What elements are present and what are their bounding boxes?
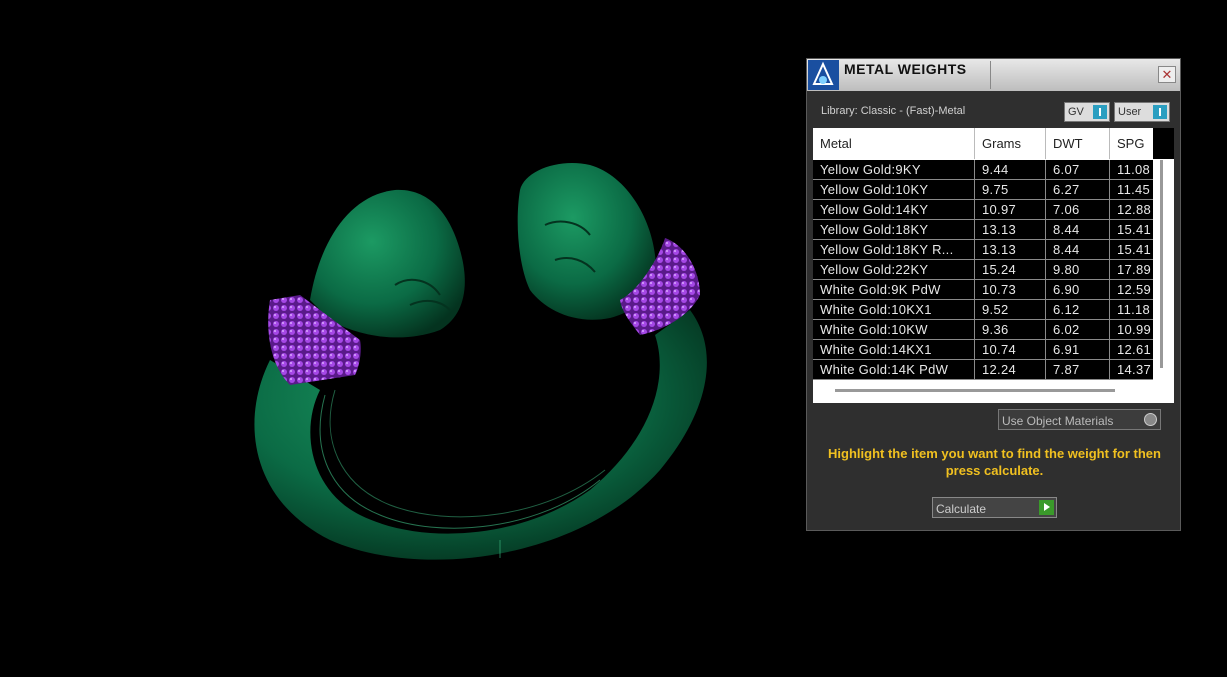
horizontal-scrollbar[interactable] <box>835 389 1115 392</box>
table-row[interactable]: Yellow Gold:9KY 9.44 6.07 11.08 <box>813 160 1153 180</box>
cell-spg: 11.45 <box>1117 182 1151 197</box>
column-header-dwt[interactable]: DWT <box>1046 128 1110 159</box>
ring-model <box>254 162 707 560</box>
gv-toggle-label: GV <box>1068 106 1084 118</box>
title-divider <box>990 61 991 89</box>
left-fist <box>310 189 465 338</box>
cell-spg: 11.08 <box>1117 162 1151 177</box>
cell-metal: Yellow Gold:18KY R... <box>813 240 975 259</box>
cell-spg: 14.37 <box>1117 362 1152 377</box>
table-row[interactable]: Yellow Gold:10KY 9.75 6.27 11.45 <box>813 180 1153 200</box>
calculate-label: Calculate <box>936 502 987 516</box>
cell-spg: 12.61 <box>1117 342 1152 357</box>
cell-grams: 10.73 <box>975 280 1046 299</box>
table-body: Yellow Gold:9KY 9.44 6.07 11.08 Yellow Gold:… <box>813 160 1153 380</box>
table-header: Metal Grams DWT SPG <box>813 128 1153 159</box>
metal-table[interactable]: Metal Grams DWT SPG Yellow Gold:9KY 9.44 6… <box>813 128 1174 403</box>
use-object-materials-dropdown[interactable]: Use Object Materials <box>998 409 1161 430</box>
cell-metal: Yellow Gold:14KY <box>813 200 975 219</box>
column-header-metal[interactable]: Metal <box>813 128 975 159</box>
cell-metal: Yellow Gold:22KY <box>813 260 975 279</box>
vertical-scrollbar[interactable] <box>1160 160 1163 368</box>
cell-dwt: 7.87 <box>1046 360 1110 379</box>
cell-grams: 9.75 <box>975 180 1046 199</box>
panel-title: METAL WEIGHTS <box>844 61 967 77</box>
cell-spg: 12.59 <box>1117 282 1152 297</box>
cell-spg: 15.41 <box>1117 222 1152 237</box>
cell-metal: White Gold:10KX1 <box>813 300 975 319</box>
cell-spg: 10.99 <box>1117 322 1152 337</box>
cell-grams: 9.44 <box>975 160 1046 179</box>
close-icon[interactable]: ✕ <box>1158 66 1176 83</box>
cell-metal: Yellow Gold:18KY <box>813 220 975 239</box>
cell-metal: White Gold:9K PdW <box>813 280 975 299</box>
cell-spg: 12.88 <box>1117 202 1152 217</box>
cell-dwt: 6.02 <box>1046 320 1110 339</box>
table-row[interactable]: White Gold:9K PdW 10.73 6.90 12.59 <box>813 280 1153 300</box>
cell-dwt: 6.27 <box>1046 180 1110 199</box>
cell-grams: 13.13 <box>975 240 1046 259</box>
use-object-materials-label: Use Object Materials <box>1002 414 1114 428</box>
table-row[interactable]: White Gold:14KX1 10.74 6.91 12.61 <box>813 340 1153 360</box>
cell-grams: 9.36 <box>975 320 1046 339</box>
gv-toggle[interactable]: GV <box>1064 102 1110 122</box>
dropdown-circle-icon <box>1144 413 1157 426</box>
column-header-spg[interactable]: SPG <box>1110 128 1153 159</box>
play-arrow-icon <box>1039 500 1054 515</box>
cell-metal: Yellow Gold:10KY <box>813 180 975 199</box>
3d-viewport[interactable] <box>0 0 800 672</box>
cell-grams: 9.52 <box>975 300 1046 319</box>
header-corner <box>1153 128 1174 159</box>
cell-metal: White Gold:10KW <box>813 320 975 339</box>
cell-dwt: 8.44 <box>1046 220 1110 239</box>
metal-weights-panel: METAL WEIGHTS ✕ Library: Classic - (Fast… <box>806 58 1181 531</box>
instruction-text: Highlight the item you want to find the … <box>828 446 1161 478</box>
cell-metal: White Gold:14K PdW <box>813 360 975 379</box>
table-row[interactable]: Yellow Gold:18KY 13.13 8.44 15.41 <box>813 220 1153 240</box>
cell-grams: 10.97 <box>975 200 1046 219</box>
table-row[interactable]: Yellow Gold:14KY 10.97 7.06 12.88 <box>813 200 1153 220</box>
column-header-grams[interactable]: Grams <box>975 128 1046 159</box>
cell-dwt: 6.90 <box>1046 280 1110 299</box>
panel-titlebar[interactable]: METAL WEIGHTS ✕ <box>807 59 1180 91</box>
table-row[interactable]: White Gold:10KX1 9.52 6.12 11.18 <box>813 300 1153 320</box>
cell-metal: White Gold:14KX1 <box>813 340 975 359</box>
table-row[interactable]: White Gold:10KW 9.36 6.02 10.99 <box>813 320 1153 340</box>
table-row[interactable]: Yellow Gold:18KY R... 13.13 8.44 15.41 <box>813 240 1153 260</box>
cell-dwt: 9.80 <box>1046 260 1110 279</box>
cell-dwt: 6.12 <box>1046 300 1110 319</box>
cell-dwt: 8.44 <box>1046 240 1110 259</box>
cell-spg: 15.41 <box>1117 242 1152 257</box>
cell-grams: 15.24 <box>975 260 1046 279</box>
cell-spg: 11.18 <box>1117 302 1151 317</box>
app-logo-icon <box>808 60 839 90</box>
calculate-button[interactable]: Calculate <box>932 497 1057 518</box>
cell-dwt: 6.07 <box>1046 160 1110 179</box>
table-row[interactable]: White Gold:14K PdW 12.24 7.87 14.37 <box>813 360 1153 380</box>
user-toggle-label: User <box>1118 106 1142 118</box>
library-label: Library: Classic - (Fast)-Metal <box>821 105 966 117</box>
cell-grams: 13.13 <box>975 220 1046 239</box>
table-row[interactable]: Yellow Gold:22KY 15.24 9.80 17.89 <box>813 260 1153 280</box>
user-toggle[interactable]: User <box>1114 102 1170 122</box>
toggle-switch-icon <box>1153 105 1167 119</box>
cell-metal: Yellow Gold:9KY <box>813 160 975 179</box>
cell-spg: 17.89 <box>1117 262 1152 277</box>
cell-grams: 10.74 <box>975 340 1046 359</box>
cell-dwt: 6.91 <box>1046 340 1110 359</box>
cell-dwt: 7.06 <box>1046 200 1110 219</box>
cell-grams: 12.24 <box>975 360 1046 379</box>
toggle-switch-icon <box>1093 105 1107 119</box>
